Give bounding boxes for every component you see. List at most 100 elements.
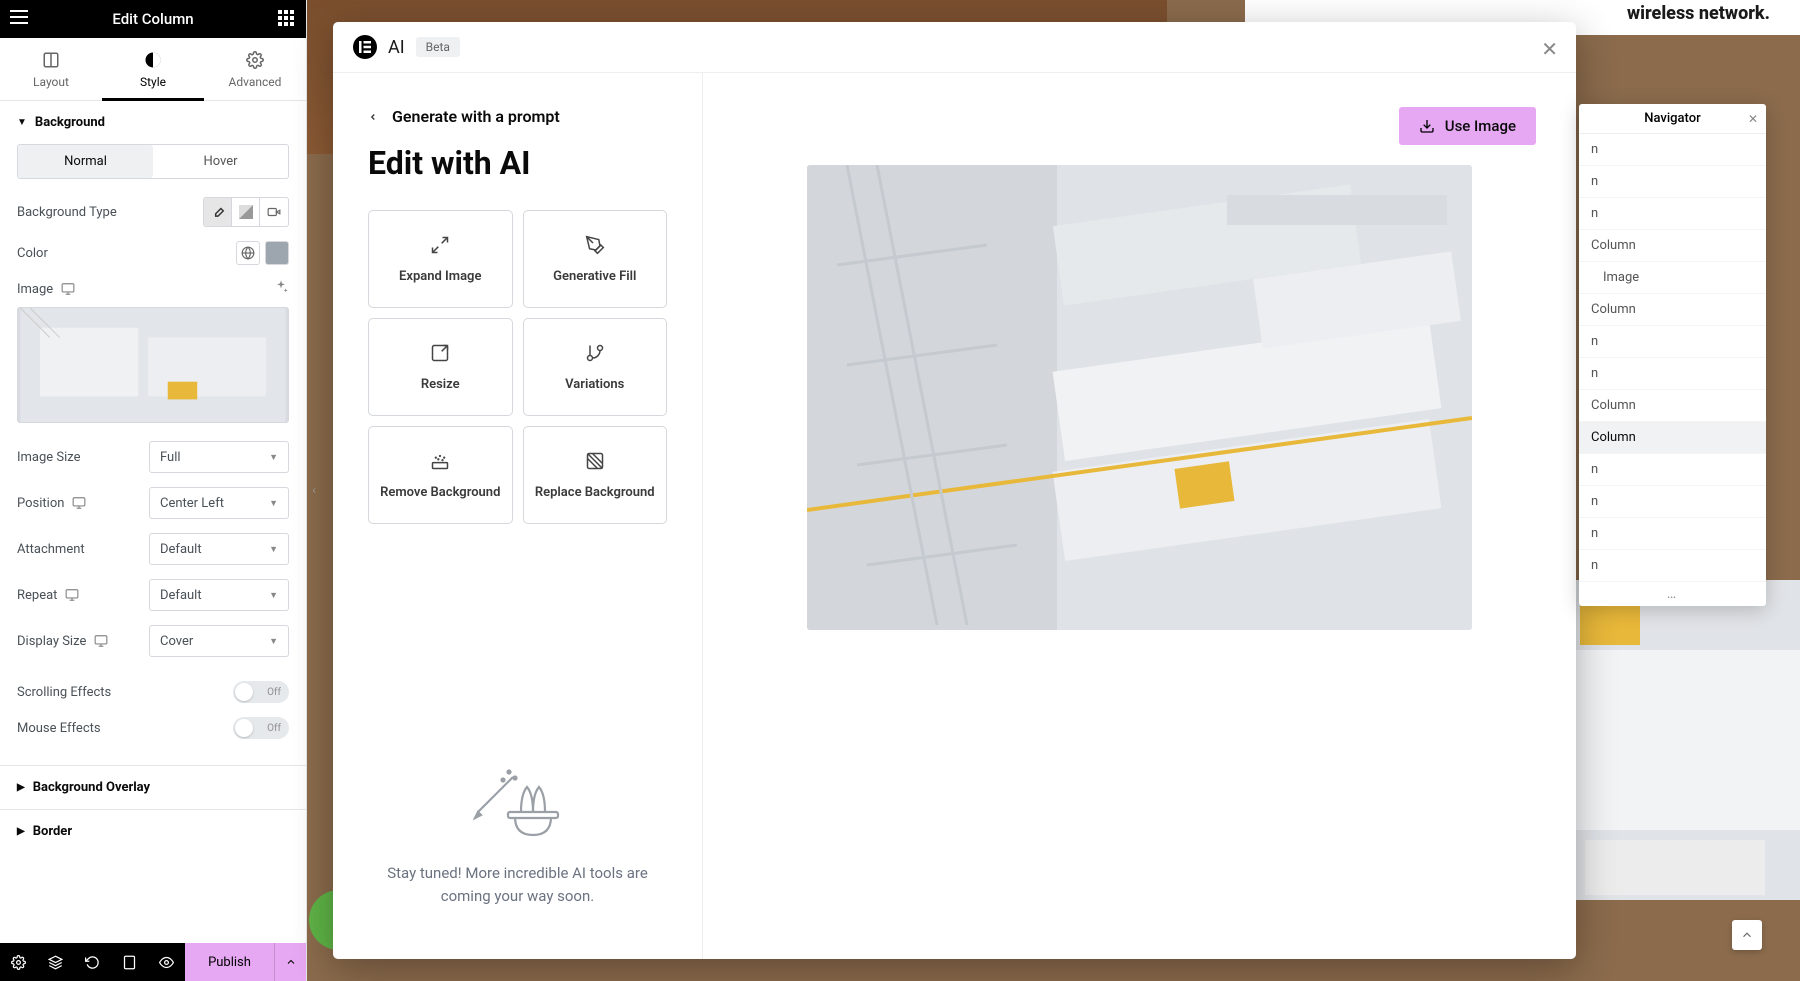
section-border-header[interactable]: ▶ Border [0, 809, 306, 853]
section-background-label: Background [35, 115, 105, 130]
tab-layout-label: Layout [33, 75, 69, 89]
close-icon[interactable]: ✕ [1748, 112, 1758, 126]
action-resize[interactable]: Resize [368, 318, 513, 416]
page-bg-trucks [1575, 580, 1800, 900]
action-expand-label: Expand Image [399, 269, 481, 284]
select-repeat[interactable]: Default ▼ [149, 579, 289, 611]
caret-right-icon: ▶ [17, 826, 25, 837]
bottom-toolbar: Publish [0, 943, 306, 981]
ai-title: AI [388, 37, 405, 58]
label-image-size: Image Size [17, 450, 81, 465]
action-replacebg-label: Replace Background [535, 485, 655, 500]
toggle-mouse-effects[interactable]: Off [233, 717, 289, 739]
navigator-item[interactable]: n [1579, 198, 1766, 230]
color-swatch[interactable] [265, 241, 289, 265]
navigator-item[interactable]: n [1579, 166, 1766, 198]
publish-label: Publish [208, 955, 251, 970]
action-genfill-label: Generative Fill [553, 269, 636, 284]
navigator-header[interactable]: Navigator ✕ [1579, 104, 1766, 134]
navigator-item[interactable]: Column [1579, 390, 1766, 422]
panel-collapse-icon[interactable]: ‹ [308, 478, 320, 502]
responsive-icon[interactable] [72, 496, 86, 510]
bg-type-classic-icon[interactable] [204, 198, 232, 226]
caret-down-icon: ▼ [17, 117, 27, 128]
navigator-items: nnnColumnImageColumnnnColumnColumnnnnn [1579, 134, 1766, 582]
action-variations[interactable]: Variations [523, 318, 668, 416]
publish-button[interactable]: Publish [185, 943, 274, 981]
navigator-title: Navigator [1644, 111, 1700, 126]
tab-layout[interactable]: Layout [0, 38, 102, 100]
label-color: Color [17, 246, 48, 261]
section-border-label: Border [33, 824, 72, 839]
responsive-mode-icon[interactable] [111, 943, 148, 981]
editor-tabs: Layout Style Advanced [0, 38, 306, 101]
navigator-item[interactable]: n [1579, 454, 1766, 486]
hamburger-icon[interactable] [10, 10, 28, 24]
navigator-item[interactable]: n [1579, 134, 1766, 166]
settings-icon[interactable] [0, 943, 37, 981]
back-link[interactable]: Generate with a prompt [368, 107, 667, 126]
select-attachment[interactable]: Default ▼ [149, 533, 289, 565]
background-image-preview[interactable] [17, 307, 289, 423]
elementor-logo-icon [353, 35, 377, 59]
action-resize-label: Resize [421, 377, 460, 392]
ai-left-pane: Generate with a prompt Edit with AI Expa… [333, 73, 703, 959]
toggle-off-label: Off [267, 723, 281, 734]
bg-type-gradient-icon[interactable] [232, 198, 260, 226]
widgets-grid-icon[interactable] [278, 10, 296, 28]
publish-options-icon[interactable] [274, 943, 306, 981]
responsive-icon[interactable] [61, 282, 75, 296]
bg-type-video-icon[interactable] [260, 198, 288, 226]
navigator-item[interactable]: n [1579, 486, 1766, 518]
action-replace-background[interactable]: Replace Background [523, 426, 668, 524]
navigator-item[interactable]: n [1579, 518, 1766, 550]
select-position-value: Center Left [160, 496, 224, 511]
select-image-size[interactable]: Full ▼ [149, 441, 289, 473]
close-icon[interactable]: ✕ [1541, 37, 1558, 61]
select-display-size[interactable]: Cover ▼ [149, 625, 289, 657]
navigator-more-icon[interactable]: … [1579, 582, 1766, 606]
navigator-item[interactable]: n [1579, 326, 1766, 358]
state-hover[interactable]: Hover [153, 145, 288, 178]
state-normal[interactable]: Normal [18, 145, 153, 178]
ai-right-pane: Use Image [703, 73, 1576, 959]
navigator-icon[interactable] [37, 943, 74, 981]
ai-sparkle-icon[interactable] [273, 279, 289, 299]
state-toggle: Normal Hover [17, 144, 289, 179]
toggle-off-label: Off [267, 687, 281, 698]
navigator-item[interactable]: n [1579, 358, 1766, 390]
toggle-knob [235, 683, 253, 701]
select-position[interactable]: Center Left ▼ [149, 487, 289, 519]
panel-title-bar: Edit Column [0, 0, 306, 38]
history-icon[interactable] [74, 943, 111, 981]
label-scrolling-effects: Scrolling Effects [17, 685, 111, 700]
toggle-scrolling-effects[interactable]: Off [233, 681, 289, 703]
navigator-item[interactable]: Column [1579, 422, 1766, 454]
caret-right-icon: ▶ [17, 782, 25, 793]
back-link-label: Generate with a prompt [392, 107, 560, 126]
label-attachment: Attachment [17, 542, 85, 557]
preview-icon[interactable] [148, 943, 185, 981]
responsive-icon[interactable] [65, 588, 79, 602]
panel-title: Edit Column [112, 10, 193, 28]
action-remove-background[interactable]: Remove Background [368, 426, 513, 524]
navigator-item[interactable]: Column [1579, 294, 1766, 326]
chevron-down-icon: ▼ [269, 590, 278, 601]
action-expand-image[interactable]: Expand Image [368, 210, 513, 308]
tab-advanced-label: Advanced [229, 75, 282, 89]
responsive-icon[interactable] [94, 634, 108, 648]
global-color-icon[interactable] [236, 241, 260, 265]
tab-style[interactable]: Style [102, 38, 204, 100]
edit-with-ai-title: Edit with AI [368, 144, 667, 182]
section-background-overlay-header[interactable]: ▶ Background Overlay [0, 765, 306, 809]
label-background-type: Background Type [17, 205, 117, 220]
ai-preview-image[interactable] [807, 165, 1472, 630]
tab-advanced[interactable]: Advanced [204, 38, 306, 100]
scroll-to-top-icon[interactable] [1732, 920, 1762, 950]
action-generative-fill[interactable]: Generative Fill [523, 210, 668, 308]
use-image-button[interactable]: Use Image [1399, 107, 1536, 145]
section-background-header[interactable]: ▼ Background [17, 101, 289, 144]
navigator-item[interactable]: n [1579, 550, 1766, 582]
navigator-item[interactable]: Column [1579, 230, 1766, 262]
navigator-item[interactable]: Image [1579, 262, 1766, 294]
